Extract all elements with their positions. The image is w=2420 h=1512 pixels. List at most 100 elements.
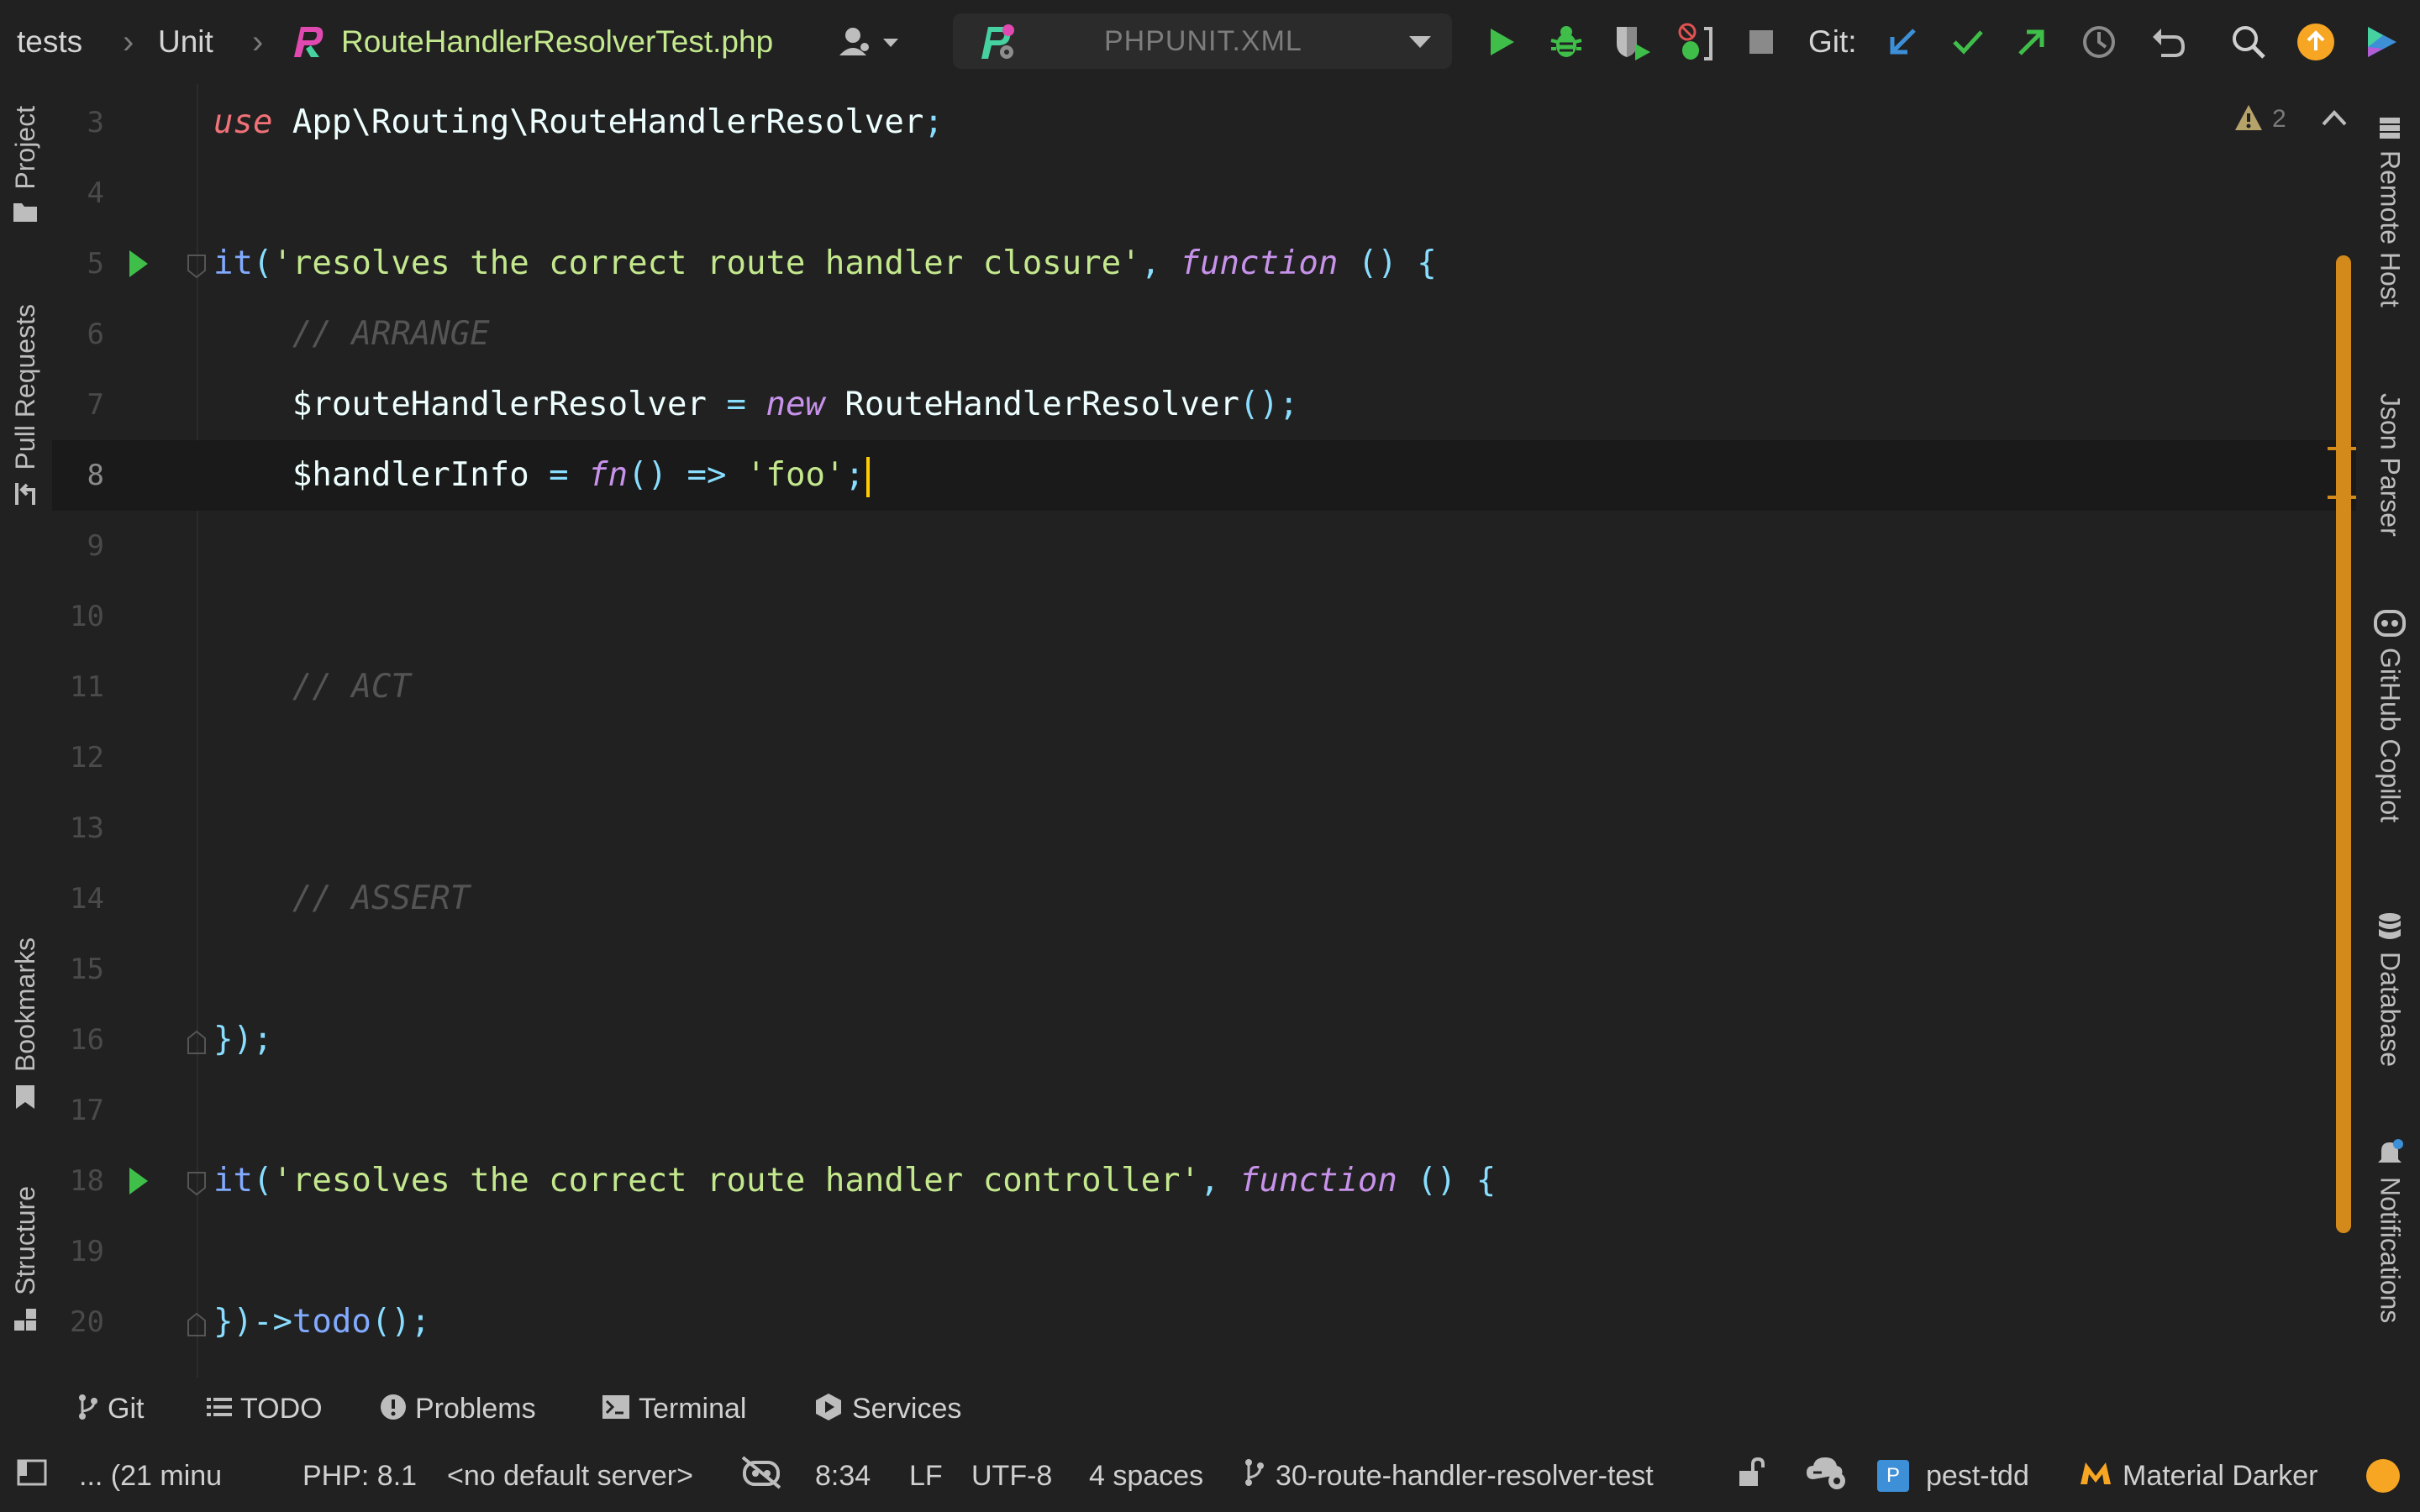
code-line: 20 })->todo(); — [52, 1287, 2356, 1357]
history-icon[interactable] — [2075, 18, 2123, 66]
current-code-line: 8 $handlerInfo = fn() => 'foo'; — [52, 440, 2356, 511]
line-number: 6 — [87, 318, 104, 351]
run-test-gutter-icon[interactable] — [129, 1168, 148, 1194]
copilot-disabled-icon — [739, 1455, 783, 1497]
php-version-selector[interactable]: PHP: 8.1 — [302, 1454, 417, 1498]
problems-tool-tab[interactable]: Problems — [380, 1388, 536, 1430]
bookmarks-tool-tab[interactable]: Bookmarks — [0, 937, 50, 1115]
deployment-server-label: <no default server> — [447, 1459, 693, 1492]
breadcrumb-file[interactable]: RouteHandlerResolverTest.php — [341, 20, 773, 64]
line-separator-selector[interactable]: LF — [909, 1454, 943, 1498]
fold-icon[interactable] — [187, 1171, 207, 1196]
theme-selector[interactable]: Material Darker — [2079, 1454, 2317, 1498]
breadcrumb-tests[interactable]: tests — [17, 20, 82, 64]
code-editor[interactable]: 2 3 use App\Routing\RouteHandlerResolver… — [52, 84, 2356, 1378]
tool-window-toggle-icon — [17, 1459, 47, 1494]
fold-end-icon[interactable] — [187, 1030, 207, 1055]
git-branch-selector[interactable]: 30-route-handler-resolver-test — [1244, 1454, 1654, 1498]
notification-bell-icon — [2375, 1137, 2405, 1172]
code-line: 3 use App\Routing\RouteHandlerResolver; — [52, 87, 2356, 158]
coverage-icon[interactable] — [1608, 18, 1655, 66]
remote-host-tool-tab[interactable]: Remote Host — [2360, 116, 2420, 307]
status-dot-icon — [2366, 1459, 2400, 1493]
navigation-bar: tests › Unit › RouteHandlerResolverTest.… — [0, 0, 2420, 84]
code-text: $handlerInfo = fn() => 'foo'; — [213, 454, 870, 497]
profile-icon[interactable] — [1672, 18, 1719, 66]
git-tool-label: Git — [108, 1392, 145, 1425]
project-selector[interactable]: P pest-tdd — [1877, 1454, 2029, 1498]
rollback-icon[interactable] — [2144, 18, 2191, 66]
copilot-status[interactable] — [739, 1454, 783, 1498]
code-text: $routeHandlerResolver = new RouteHandler… — [292, 386, 1299, 423]
stop-icon[interactable] — [1738, 18, 1785, 66]
background-task-status[interactable]: ... (21 minu — [79, 1454, 222, 1498]
notifications-tool-tab[interactable]: Notifications — [2360, 1137, 2420, 1323]
line-number: 10 — [70, 600, 104, 633]
cloud-settings-icon — [1805, 1454, 1849, 1499]
services-tool-tab[interactable]: Services — [813, 1388, 961, 1430]
read-only-toggle[interactable] — [1738, 1454, 1766, 1498]
line-number: 4 — [87, 176, 104, 210]
pest-config-icon — [975, 18, 1022, 66]
project-tool-tab[interactable]: Project — [0, 106, 50, 228]
run-test-gutter-icon[interactable] — [129, 250, 148, 277]
toggle-tool-windows[interactable] — [17, 1454, 47, 1498]
line-number: 16 — [70, 1023, 104, 1057]
code-text: }); — [213, 1021, 273, 1058]
account-dropdown-icon[interactable] — [832, 18, 908, 66]
debug-icon[interactable] — [1543, 18, 1590, 66]
change-marker[interactable] — [2328, 447, 2356, 450]
github-copilot-tool-tab[interactable]: GitHub Copilot — [2360, 608, 2420, 822]
database-tool-tab[interactable]: Database — [2360, 912, 2420, 1067]
bottom-tool-tabs: Git TODO Problems Terminal Services — [0, 1378, 2420, 1440]
run-icon[interactable] — [1477, 18, 1524, 66]
encoding-label: UTF-8 — [971, 1459, 1053, 1492]
code-text: // ARRANGE — [292, 315, 490, 353]
status-bar: ... (21 minu PHP: 8.1 <no default server… — [0, 1440, 2420, 1512]
line-number: 20 — [70, 1305, 104, 1339]
chevron-down-icon[interactable] — [1397, 18, 1444, 66]
code-text: // ASSERT — [292, 879, 471, 917]
git-push-icon[interactable] — [2008, 18, 2055, 66]
line-number: 13 — [70, 811, 104, 845]
indent-selector[interactable]: 4 spaces — [1089, 1454, 1203, 1498]
list-icon — [207, 1396, 232, 1422]
scrollbar-thumb[interactable] — [2336, 255, 2351, 1233]
git-commit-icon[interactable] — [1944, 18, 1991, 66]
code-line: 16 }); — [52, 1005, 2356, 1075]
ide-logo-icon[interactable] — [2358, 18, 2405, 66]
encoding-selector[interactable]: UTF-8 — [971, 1454, 1052, 1498]
fold-end-icon[interactable] — [187, 1312, 207, 1337]
structure-tool-tab[interactable]: Structure — [0, 1186, 50, 1336]
search-icon[interactable] — [2225, 18, 2272, 66]
user-status[interactable] — [2366, 1454, 2400, 1498]
project-tool-label: Project — [9, 106, 40, 190]
line-number: 3 — [87, 106, 104, 139]
run-configuration-selector[interactable]: PHPUNIT.XML — [953, 13, 1452, 69]
deployment-server-selector[interactable]: <no default server> — [447, 1454, 693, 1498]
breadcrumb-unit[interactable]: Unit — [158, 20, 213, 64]
bookmark-icon — [14, 1084, 36, 1115]
cursor-position[interactable]: 8:34 — [815, 1454, 871, 1498]
right-tool-strip: Remote Host Json Parser GitHub Copilot D… — [2360, 84, 2420, 1378]
todo-tool-tab[interactable]: TODO — [207, 1388, 323, 1430]
change-marker[interactable] — [2328, 496, 2356, 499]
database-tool-label: Database — [2375, 952, 2406, 1067]
left-tool-strip: Project Pull Requests Bookmarks Structur… — [0, 84, 50, 1378]
json-parser-tool-tab[interactable]: Json Parser — [2360, 388, 2420, 537]
problems-icon — [380, 1394, 407, 1425]
line-number: 18 — [70, 1164, 104, 1198]
terminal-tool-tab[interactable]: Terminal — [602, 1388, 746, 1430]
pull-requests-tool-tab[interactable]: Pull Requests — [0, 304, 50, 511]
remote-sync-status[interactable] — [1805, 1454, 1849, 1498]
terminal-tool-label: Terminal — [639, 1392, 747, 1425]
update-available-icon[interactable] — [2292, 18, 2339, 66]
line-number: 14 — [70, 882, 104, 916]
git-update-icon[interactable] — [1879, 18, 1926, 66]
database-icon — [2376, 912, 2403, 947]
fold-icon[interactable] — [187, 254, 207, 279]
code-line: 6 // ARRANGE — [52, 299, 2356, 370]
git-tool-tab[interactable]: Git — [77, 1388, 144, 1430]
line-number: 11 — [70, 670, 104, 704]
pest-file-icon — [284, 18, 331, 66]
